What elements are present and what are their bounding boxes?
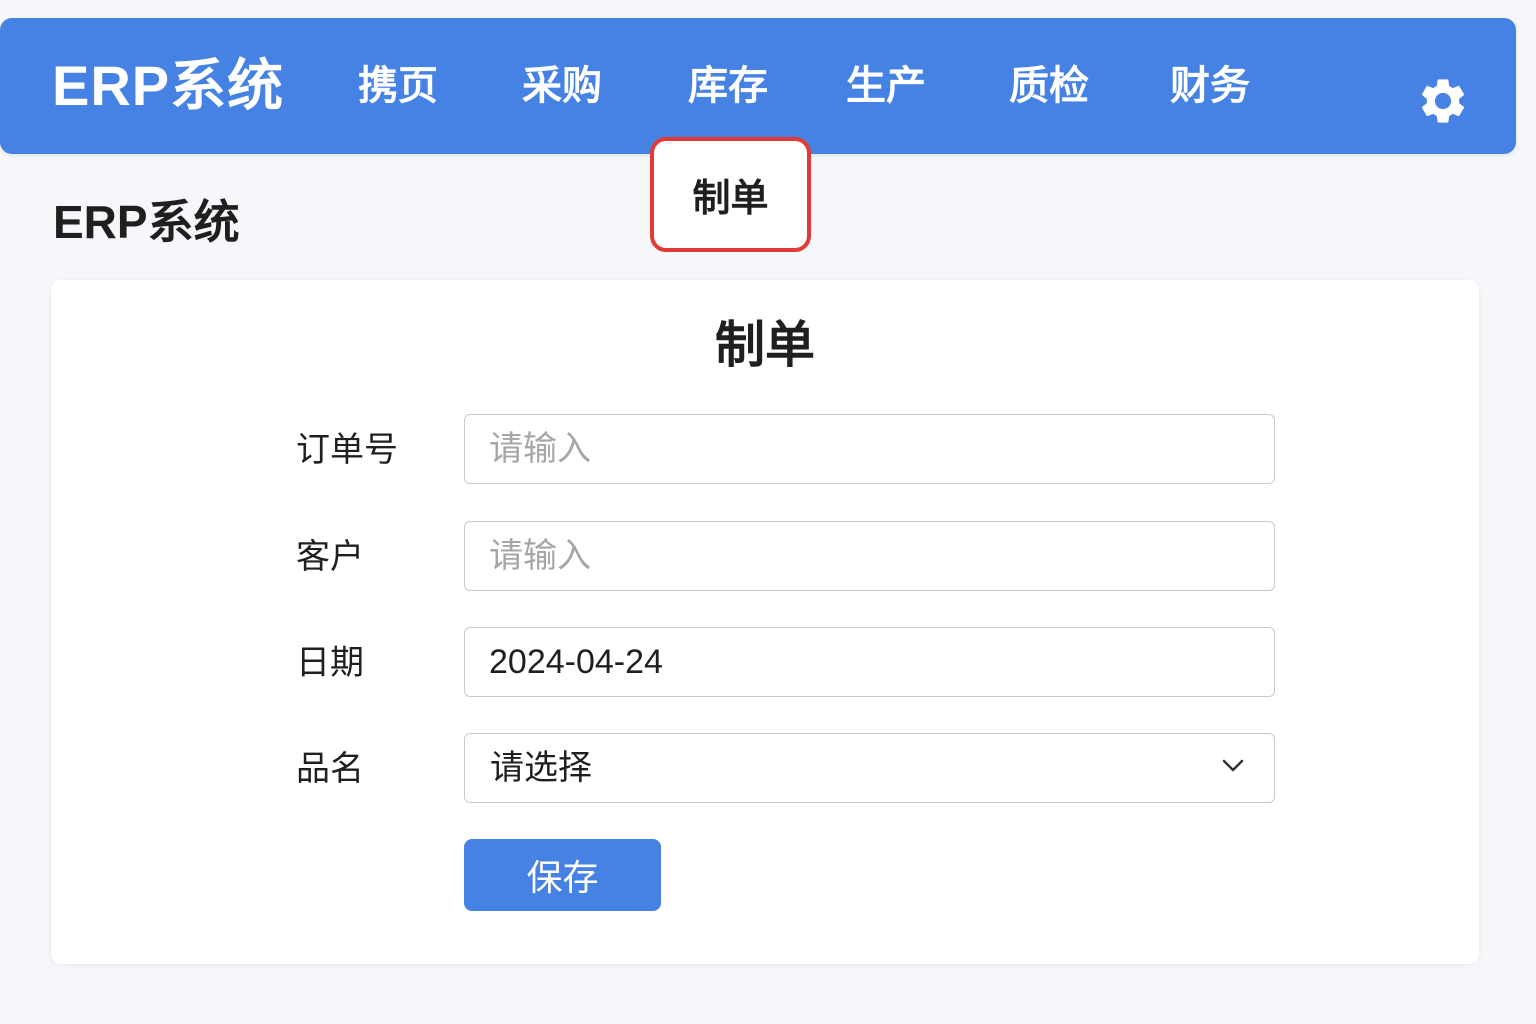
chevron-down-icon xyxy=(1222,759,1244,772)
order-no-label: 订单号 xyxy=(296,431,398,469)
nav-item-inventory[interactable]: 库存 xyxy=(688,62,768,110)
form-title: 制单 xyxy=(715,317,815,373)
page-title: ERP系统 xyxy=(53,196,240,248)
nav-item-production[interactable]: 生产 xyxy=(846,62,926,110)
brand-logo[interactable]: ERP系统 xyxy=(52,54,284,118)
top-navbar: ERP系统 携页 采购 库存 生产 质检 财务 xyxy=(0,18,1516,154)
nav-item-quality[interactable]: 质检 xyxy=(1009,62,1089,110)
form-card: 制单 订单号 客户 日期 品名 请选择 保存 xyxy=(51,280,1479,964)
dropdown-item-make-order[interactable]: 制单 xyxy=(650,137,811,252)
date-label: 日期 xyxy=(296,644,364,682)
date-input[interactable] xyxy=(464,627,1275,697)
save-button[interactable]: 保存 xyxy=(464,839,661,911)
nav-item-purchase[interactable]: 采购 xyxy=(522,62,602,110)
gear-icon[interactable] xyxy=(1416,74,1470,128)
product-select[interactable]: 请选择 xyxy=(464,733,1275,803)
product-label: 品名 xyxy=(296,750,364,788)
order-no-input[interactable] xyxy=(464,414,1275,484)
nav-item-home[interactable]: 携页 xyxy=(358,62,438,110)
nav-item-finance[interactable]: 财务 xyxy=(1170,62,1250,110)
customer-label: 客户 xyxy=(296,538,364,576)
product-select-value: 请选择 xyxy=(490,749,592,787)
customer-input[interactable] xyxy=(464,521,1275,591)
